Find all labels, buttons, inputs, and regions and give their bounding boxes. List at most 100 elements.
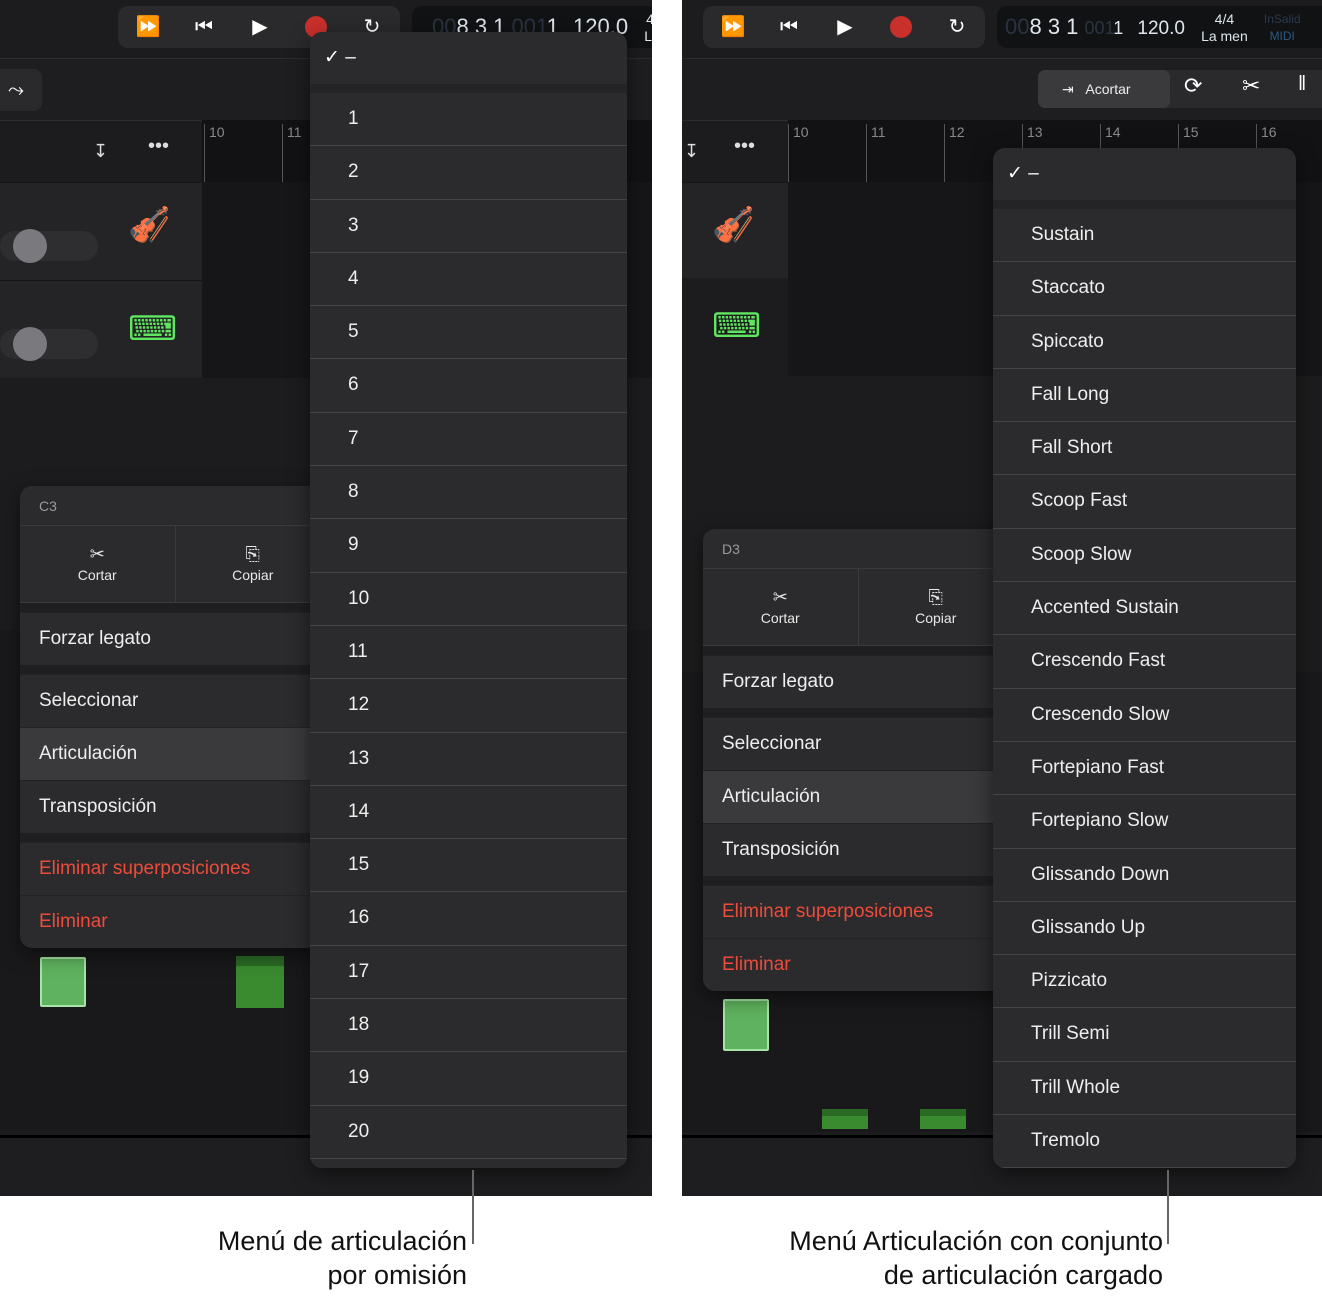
submenu-item[interactable]: Glissando Up <box>993 902 1296 956</box>
track-keyboard[interactable]: ⌨ <box>682 278 788 376</box>
midi-note[interactable] <box>236 956 284 1008</box>
caption-right: Menú Articulación con conjunto de articul… <box>789 1226 1163 1290</box>
trim-button[interactable]: ⇥ Acortar <box>1038 70 1170 108</box>
submenu-item[interactable]: Glissando Down <box>993 849 1296 902</box>
toolbar: ⇥ Acortar ⟳ ✂ ‖ <box>682 58 1322 120</box>
download-icon[interactable]: ↧ <box>684 141 699 162</box>
submenu-item[interactable]: 15 <box>310 839 627 893</box>
midi-note[interactable] <box>920 1109 966 1129</box>
cut-button[interactable]: ✂ Cortar <box>703 569 858 645</box>
submenu-item[interactable]: 2 <box>310 146 627 200</box>
submenu-item[interactable]: Crescendo Slow <box>993 689 1296 742</box>
menu-item-destructive[interactable]: Eliminar <box>703 938 1013 991</box>
download-icon[interactable]: ↧ <box>93 141 108 162</box>
track-header-bar: ↧ ••• <box>682 120 788 182</box>
submenu-item[interactable]: Trill Whole <box>993 1062 1296 1116</box>
submenu-item[interactable]: Staccato <box>993 262 1296 316</box>
menu-item[interactable]: Transposición <box>20 780 330 833</box>
loop-icon[interactable]: ⟳ <box>1184 73 1202 99</box>
articulation-submenu: ✓ –1 2 3 4 5 6 7 8 9 10 11 12 13 14 15 16 17 18 19 20 <box>310 32 627 1168</box>
cycle-icon[interactable]: ↻ <box>943 14 971 40</box>
fast-forward-icon[interactable]: ⏩ <box>719 14 747 40</box>
copy-button[interactable]: ⎘ Copiar <box>857 569 1014 645</box>
submenu-item[interactable]: Tremolo <box>993 1115 1296 1168</box>
submenu-item-none[interactable]: ✓ – <box>993 148 1296 200</box>
play-icon[interactable]: ▶ <box>246 14 274 40</box>
record-icon[interactable] <box>890 16 912 38</box>
copy-icon: ⎘ <box>245 544 260 564</box>
submenu-item[interactable]: Scoop Slow <box>993 529 1296 583</box>
track-keyboard[interactable]: ⌨ <box>0 280 202 378</box>
submenu-item[interactable]: 10 <box>310 573 627 626</box>
checkmark-icon: ✓ <box>324 47 346 68</box>
menu-item-destructive[interactable]: Eliminar superposiciones <box>703 885 1013 938</box>
submenu-item[interactable]: 13 <box>310 733 627 786</box>
more-icon[interactable]: ••• <box>734 135 755 158</box>
submenu-item[interactable]: Fall Long <box>993 369 1296 423</box>
menu-item[interactable]: Seleccionar <box>703 717 1013 770</box>
submenu-item[interactable]: Sustain <box>993 209 1296 263</box>
menu-item[interactable]: Seleccionar <box>20 674 330 727</box>
go-to-start-icon[interactable]: ⏮ <box>775 14 803 40</box>
menu-separator <box>703 876 1013 885</box>
submenu-item[interactable]: Pizzicato <box>993 955 1296 1009</box>
slider-knob[interactable] <box>13 327 47 361</box>
copy-button[interactable]: ⎘ Copiar <box>174 526 331 602</box>
keyboard-icon: ⌨ <box>128 310 178 348</box>
submenu-item[interactable]: 8 <box>310 466 627 520</box>
submenu-item[interactable]: Fall Short <box>993 422 1296 476</box>
submenu-item-none[interactable]: ✓ – <box>310 32 627 84</box>
menu-item-destructive[interactable]: Eliminar superposiciones <box>20 842 330 895</box>
menu-item[interactable]: Transposición <box>703 823 1013 876</box>
context-menu-header: D3 <box>722 541 740 557</box>
submenu-item[interactable]: 6 <box>310 359 627 413</box>
go-to-start-icon[interactable]: ⏮ <box>190 14 218 40</box>
submenu-item[interactable]: 11 <box>310 626 627 680</box>
play-icon[interactable]: ▶ <box>831 14 859 40</box>
lcd-display[interactable]: 008 3 1 0011 120.0 4/4 La men InSalid MIDI <box>997 6 1322 48</box>
button-label: Copiar <box>915 610 957 626</box>
fast-forward-icon[interactable]: ⏩ <box>134 14 162 40</box>
midi-note-selected[interactable] <box>40 957 86 1007</box>
scissors-icon[interactable]: ✂ <box>1242 73 1260 99</box>
submenu-item[interactable]: 3 <box>310 200 627 253</box>
menu-item[interactable]: Forzar legato <box>20 612 330 665</box>
submenu-item[interactable]: Fortepiano Slow <box>993 795 1296 849</box>
submenu-item[interactable]: 1 <box>310 93 627 147</box>
track-strings[interactable]: 🎻 <box>682 182 788 278</box>
submenu-item[interactable]: 18 <box>310 999 627 1053</box>
cut-button[interactable]: ✂ Cortar <box>20 526 175 602</box>
submenu-item[interactable]: Crescendo Fast <box>993 635 1296 689</box>
submenu-item[interactable]: 20 <box>310 1106 627 1159</box>
submenu-item[interactable]: 14 <box>310 786 627 840</box>
submenu-item[interactable]: 7 <box>310 413 627 467</box>
submenu-item[interactable]: Scoop Fast <box>993 475 1296 529</box>
menu-item[interactable]: Articulación <box>20 727 330 780</box>
menu-item-destructive[interactable]: Eliminar <box>20 895 330 948</box>
split-icon[interactable]: ‖ <box>1298 73 1306 96</box>
submenu-item[interactable]: 16 <box>310 892 627 946</box>
midi-note-selected[interactable] <box>723 999 769 1051</box>
menu-item[interactable]: Articulación <box>703 770 1013 823</box>
submenu-item[interactable]: 19 <box>310 1052 627 1106</box>
submenu-item[interactable]: Spiccato <box>993 316 1296 369</box>
submenu-item[interactable]: Trill Semi <box>993 1008 1296 1062</box>
submenu-item[interactable]: 5 <box>310 306 627 360</box>
ruler-bar-number: 12 <box>944 124 965 182</box>
menu-item[interactable]: Forzar legato <box>703 655 1013 708</box>
scissors-icon: ✂ <box>89 544 105 564</box>
submenu-item[interactable]: 9 <box>310 519 627 573</box>
button-label: Copiar <box>232 567 274 583</box>
submenu-item[interactable]: Fortepiano Fast <box>993 742 1296 796</box>
midi-note[interactable] <box>822 1109 868 1129</box>
submenu-item[interactable]: 17 <box>310 946 627 1000</box>
slider-knob[interactable] <box>13 229 47 263</box>
submenu-item[interactable]: Accented Sustain <box>993 582 1296 636</box>
submenu-item[interactable]: 4 <box>310 253 627 307</box>
track-strings[interactable]: 🎻 <box>0 182 202 280</box>
menu-separator <box>20 665 330 674</box>
caption-left: Menú de articulación por omisión <box>217 1226 467 1290</box>
automation-curve-icon[interactable]: ⤳ <box>0 69 42 111</box>
more-icon[interactable]: ••• <box>148 135 169 158</box>
submenu-item[interactable]: 12 <box>310 679 627 733</box>
